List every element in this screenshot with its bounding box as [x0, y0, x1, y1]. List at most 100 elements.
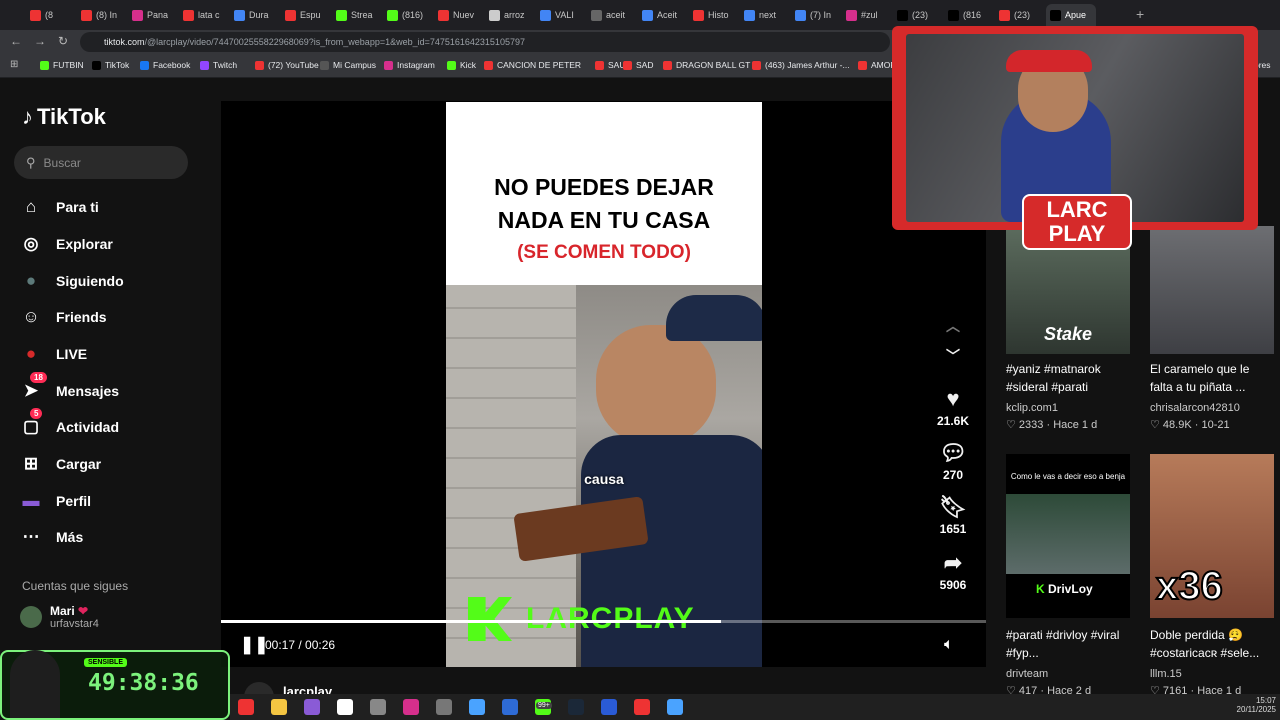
sidebar-item-cargar[interactable]: ⊞ Cargar [20, 453, 101, 475]
bookmark-item[interactable]: Kick [447, 60, 476, 70]
share-button[interactable]: ➦ 5906 [926, 550, 980, 592]
recommendation-title[interactable]: El caramelo que le falta a tu piñata ... [1150, 360, 1274, 396]
bookmark-favicon-icon [320, 60, 329, 70]
browser-tab[interactable]: Nuev [434, 4, 484, 26]
next-video-button[interactable]: ﹀ [926, 346, 980, 368]
browser-tab[interactable]: Espu [281, 4, 331, 26]
comment-button[interactable]: 💬︎ 270 [926, 440, 980, 482]
browser-tab[interactable]: next [740, 4, 790, 26]
bookmark-item[interactable]: Instagram [384, 60, 435, 70]
bookmark-label: TikTok [105, 60, 130, 70]
browser-tab[interactable]: (7) In [791, 4, 841, 26]
sidebar-item-perfil[interactable]: ▬ Perfil [20, 490, 92, 512]
browser-tab[interactable]: #zul [842, 4, 892, 26]
save-button[interactable]: 🔖︎ 1651 [926, 494, 980, 536]
recommendation-thumbnail-2[interactable] [1150, 226, 1274, 354]
bookmark-item[interactable]: FUTBIN [40, 60, 84, 70]
browser-tab[interactable]: Apue [1046, 4, 1096, 26]
taskbar-chrome-icon[interactable] [436, 699, 452, 715]
video-progress-bar[interactable] [221, 620, 986, 623]
taskbar-word-icon[interactable] [502, 699, 518, 715]
whatsapp-badge: 99+ [536, 702, 552, 709]
address-bar[interactable]: tiktok.com/@larcplay/video/7447002555822… [80, 32, 890, 52]
sidebar-item-mensajes[interactable]: ➤ 18 Mensajes [20, 372, 119, 402]
browser-tab[interactable]: (23) [995, 4, 1045, 26]
recommendation-title[interactable]: #parati #drivloy #viral #fyp... [1006, 626, 1130, 662]
sidebar-item-friends[interactable]: ☺ Friends [20, 306, 106, 328]
taskbar-app-icon[interactable] [634, 699, 650, 715]
bookmark-item[interactable]: AMOR [858, 60, 897, 70]
browser-tab[interactable]: Strea [332, 4, 382, 26]
taskbar-folder-icon[interactable] [271, 699, 287, 715]
taskbar-app-icon[interactable] [601, 699, 617, 715]
sidebar-item-actividad[interactable]: ▢ 5 Actividad [20, 408, 119, 438]
recommendation-thumbnail-3[interactable]: Como le vas a decir eso a benja K DrivLo… [1006, 454, 1130, 618]
recommendation-title[interactable]: Doble perdida 😮‍💨 #costaricaᴄʀ #sele... [1150, 626, 1274, 662]
volume-icon[interactable]: 🔈︎ [944, 636, 954, 654]
browser-tab[interactable]: (8) In [77, 4, 127, 26]
tab-title: Apue [1065, 10, 1087, 20]
recommendation-user[interactable]: drivteam [1006, 668, 1048, 680]
like-button[interactable]: ♥ 21.6K [926, 386, 980, 428]
sidebar-item-explorar[interactable]: ◎ Explorar [20, 233, 113, 255]
browser-tab[interactable]: (816 [944, 4, 994, 26]
reload-icon[interactable]: ↻ [58, 34, 68, 48]
recommendation-user[interactable]: chrisalarcon42810 [1150, 402, 1240, 414]
browser-tab[interactable]: arroz [485, 4, 535, 26]
taskbar-steam-icon[interactable] [568, 699, 584, 715]
recommendation-user[interactable]: kclip.com1 [1006, 402, 1058, 414]
recommendation-user[interactable]: lllm.15 [1150, 668, 1182, 680]
tiktok-logo[interactable]: ♪ TikTok [22, 104, 106, 130]
bookmark-item[interactable]: SAU [595, 60, 625, 70]
bookmark-item[interactable]: Twitch [200, 60, 237, 70]
forward-icon[interactable]: → [34, 34, 46, 48]
taskbar-arrow-icon[interactable] [337, 699, 353, 715]
tab-favicon-icon [132, 9, 143, 21]
browser-tab[interactable]: aceit [587, 4, 637, 26]
browser-tab[interactable]: Aceit [638, 4, 688, 26]
browser-tab[interactable]: (23) [893, 4, 943, 26]
browser-tab[interactable]: (8 [26, 4, 76, 26]
browser-tab[interactable]: VALI [536, 4, 586, 26]
sidebar-item-siguiendo[interactable]: ● Siguiendo [20, 270, 124, 292]
taskbar-app-icon[interactable] [403, 699, 419, 715]
sidebar-item-label: Cargar [56, 456, 102, 472]
tab-favicon-icon [387, 9, 398, 21]
streamer-mini-avatar [10, 650, 60, 718]
bookmark-item[interactable]: (72) YouTube [255, 60, 319, 70]
bookmark-item[interactable]: SAD [623, 60, 653, 70]
larcplay-brand: LARC PLAY [1022, 194, 1132, 250]
taskbar-calculator-icon[interactable] [469, 699, 485, 715]
recommendation-thumbnail-4[interactable]: x36 [1150, 454, 1274, 618]
bookmark-item[interactable]: Mi Campus [320, 60, 376, 70]
browser-tab[interactable]: Histo [689, 4, 739, 26]
taskbar-app-icon[interactable] [238, 699, 254, 715]
bookmark-favicon-icon [200, 60, 209, 70]
browser-tab[interactable]: Pana [128, 4, 178, 26]
search-input[interactable]: ⚲ Buscar [14, 146, 188, 179]
taskbar-obs-icon[interactable] [370, 699, 386, 715]
browser-tab[interactable]: Dura [230, 4, 280, 26]
taskbar-app-icon[interactable] [667, 699, 683, 715]
followed-account-item[interactable]: Mari ❤ urfavstar4 [20, 604, 99, 630]
heart-icon: ❤ [78, 604, 89, 618]
stadium-scene [1006, 494, 1130, 574]
sidebar-item-live[interactable]: ● LIVE [20, 343, 87, 365]
bookmark-item[interactable]: DRAGON BALL GT [663, 60, 750, 70]
bookmark-item[interactable]: Facebook [140, 60, 190, 70]
tab-title: Dura [249, 10, 269, 20]
taskbar-browser-icon[interactable] [304, 699, 320, 715]
tab-title: arroz [504, 10, 525, 20]
bookmark-item[interactable]: (463) James Arthur -... [752, 60, 850, 70]
apps-icon[interactable]: ⊞ [10, 59, 18, 70]
prev-video-button[interactable]: ︿ [926, 316, 980, 338]
bookmark-item[interactable]: TikTok [92, 60, 129, 70]
bookmark-item[interactable]: CANCION DE PETER [484, 60, 581, 70]
browser-tab[interactable]: (816) [383, 4, 433, 26]
back-icon[interactable]: ← [10, 34, 22, 48]
recommendation-title[interactable]: #yaniz #matnarok #sideral #parati [1006, 360, 1130, 396]
browser-tab[interactable]: lata c [179, 4, 229, 26]
new-tab-button[interactable]: + [1136, 6, 1144, 22]
sidebar-item-parati[interactable]: ⌂ Para ti [20, 196, 99, 218]
sidebar-item-ms[interactable]: ⋯ Más [20, 526, 84, 548]
